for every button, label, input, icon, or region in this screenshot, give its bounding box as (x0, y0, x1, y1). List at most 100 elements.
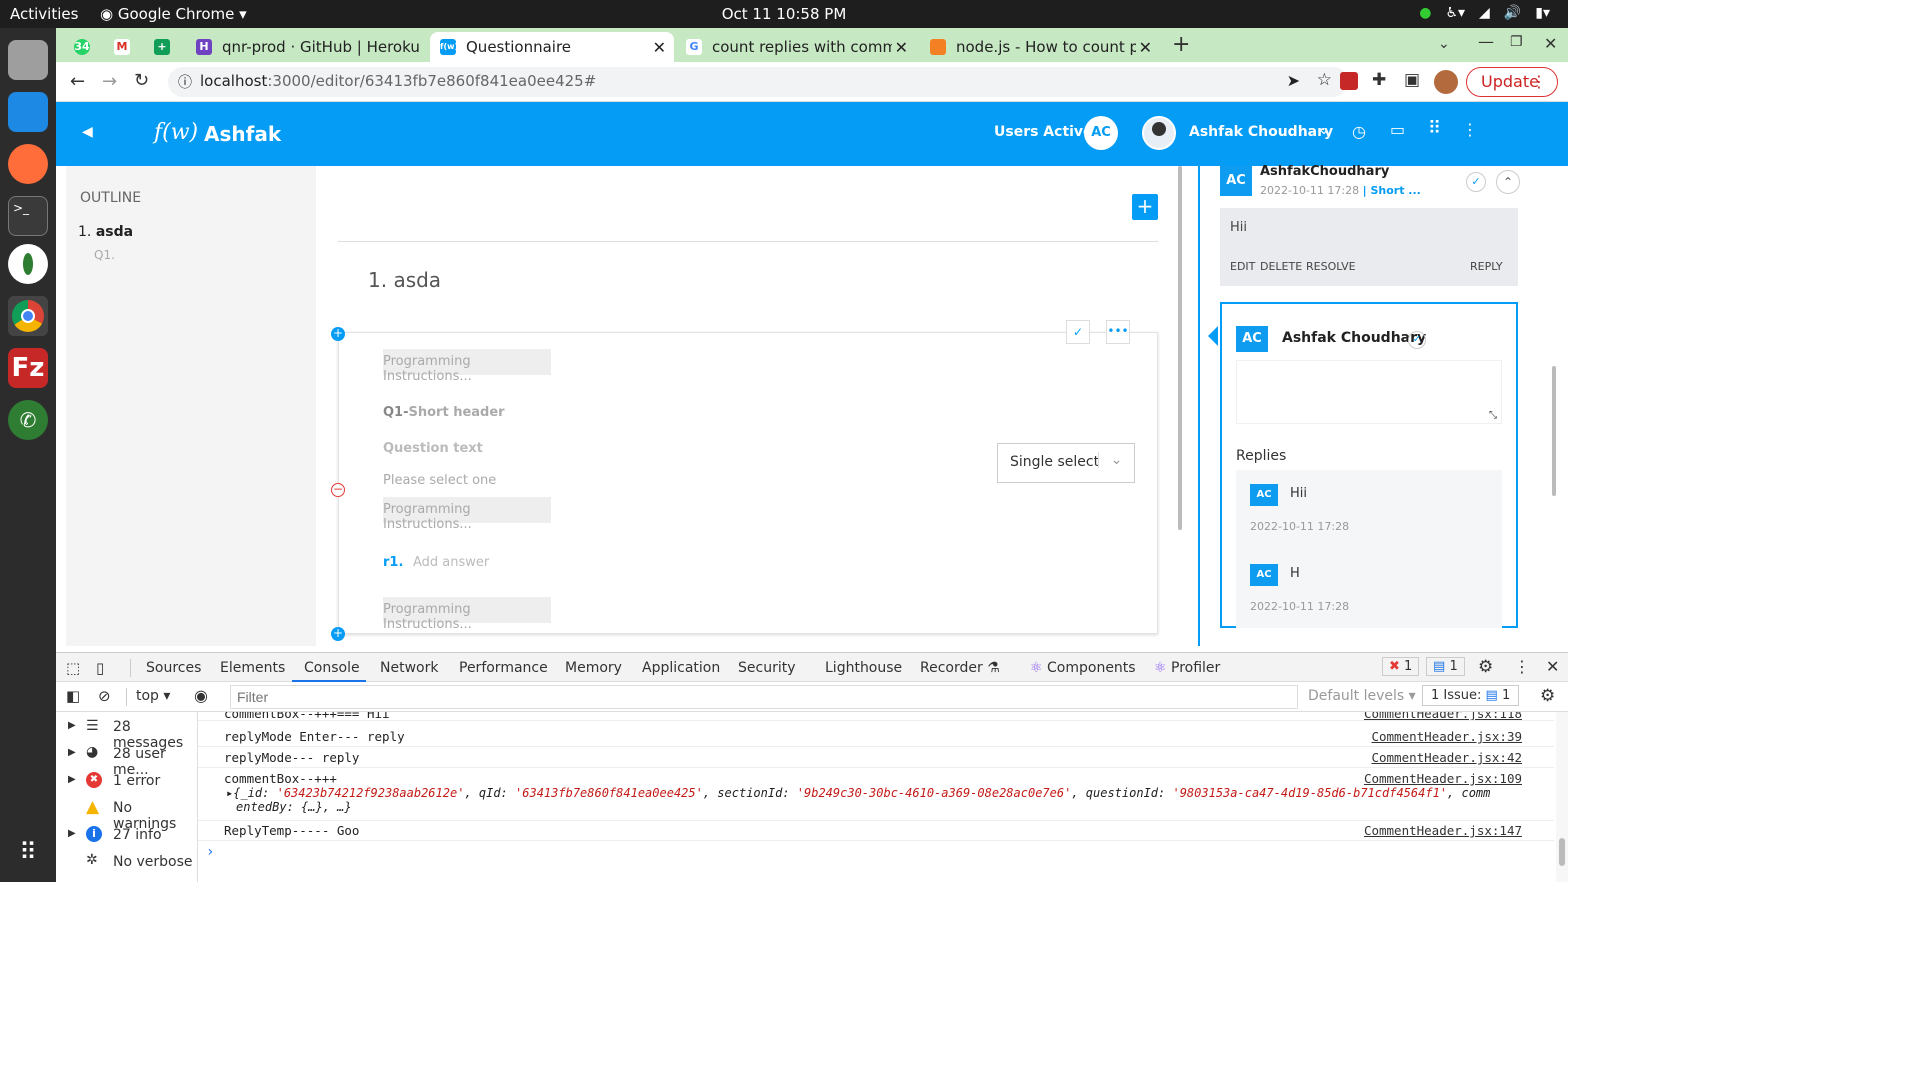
log-source-link[interactable]: CommentHeader.jsx:42 (1371, 750, 1522, 765)
terminal-icon[interactable]: >_ (8, 196, 48, 236)
log-levels-select[interactable]: Default levels ▾ (1308, 688, 1416, 704)
user-photo-avatar[interactable] (1142, 116, 1176, 150)
tab-application[interactable]: Application (642, 660, 720, 676)
history-icon[interactable]: ◷ (1352, 122, 1366, 141)
question-card[interactable]: Programming Instructions... Q1-Short hea… (338, 332, 1158, 634)
reply-textarea[interactable]: ⤡ (1236, 360, 1502, 424)
comments-scrollbar[interactable] (1552, 366, 1556, 496)
app-logo[interactable]: f(w) (154, 120, 198, 145)
active-user-avatar[interactable]: AC (1084, 116, 1118, 150)
outline-item[interactable]: 1. asda (78, 224, 133, 240)
editor-scrollbar[interactable] (1178, 166, 1182, 530)
clear-console-icon[interactable]: ⊘ (98, 687, 111, 705)
close-tab-icon[interactable]: ✕ (895, 38, 908, 57)
vscode-icon[interactable] (8, 92, 48, 132)
tab-memory[interactable]: Memory (565, 660, 622, 676)
site-info-icon[interactable]: ⓘ (178, 72, 192, 92)
system-tray[interactable]: ● ♿▾ ◢ 🔊 ▮▾ (1419, 5, 1550, 21)
console-prompt-icon[interactable]: › (206, 844, 214, 860)
sidebar-messages[interactable]: ▶ ☰ 28 messages (56, 714, 198, 751)
show-apps-icon[interactable]: ⠿ (8, 838, 48, 878)
close-tab-icon[interactable]: ✕ (653, 38, 666, 57)
tab-pinned-whatsapp[interactable]: 34 (64, 32, 100, 62)
add-answer-input[interactable]: Add answer (413, 555, 489, 570)
clock[interactable]: Oct 11 10:58 PM (0, 5, 1568, 23)
section-title[interactable]: 1. asda (368, 268, 441, 292)
chrome-icon[interactable] (8, 296, 48, 336)
instruction-input[interactable]: Please select one (383, 473, 496, 488)
tab-console[interactable]: Console (304, 660, 360, 676)
live-expression-eye-icon[interactable]: ◉ (194, 686, 208, 705)
collapse-chevron-up-icon[interactable]: ⌃ (1496, 170, 1520, 194)
edit-comment-button[interactable]: EDIT (1230, 260, 1255, 273)
tab-profiler[interactable]: ⚛ Profiler (1154, 660, 1220, 676)
tab-components[interactable]: ⚛ Components (1030, 660, 1136, 676)
tab-performance[interactable]: Performance (459, 660, 548, 676)
mongodb-compass-icon[interactable] (8, 244, 48, 284)
sidebar-warnings[interactable]: ▲ No warnings (56, 795, 198, 832)
sidebar-info[interactable]: ▶ i 27 info (56, 822, 198, 849)
tab-sources[interactable]: Sources (146, 660, 201, 676)
show-sidebar-icon[interactable]: ◧ (66, 687, 80, 705)
apps-grid-icon[interactable]: ⠿ (1428, 118, 1441, 139)
programming-instructions-button[interactable]: Programming Instructions... (383, 497, 551, 532)
log-source-link[interactable]: CommentHeader.jsx:109 (1364, 771, 1522, 786)
send-to-device-icon[interactable]: ➤ (1287, 71, 1300, 90)
short-header-input[interactable]: Short header (409, 405, 505, 420)
collapse-sidebar-icon[interactable]: ◀ (82, 124, 93, 140)
log-source-link[interactable]: CommentHeader.jsx:147 (1364, 823, 1522, 838)
filezilla-icon[interactable]: Fz (8, 348, 48, 388)
new-tab-icon[interactable]: + (1172, 32, 1190, 57)
console-filter-input[interactable] (230, 685, 1298, 709)
tab-stackoverflow[interactable]: node.js - How to count po ✕ (920, 32, 1160, 62)
url-input[interactable]: ⓘ localhost:3000/editor/63413fb7e860f841… (168, 67, 1348, 97)
tab-elements[interactable]: Elements (220, 660, 285, 676)
tab-search-chevron-down-icon[interactable]: ⌄ (1438, 36, 1450, 52)
user-menu-chevron-down-icon[interactable]: ⌄ (1318, 122, 1330, 138)
check-icon[interactable]: ✓ (1408, 331, 1426, 349)
resolve-check-icon[interactable]: ✓ (1466, 172, 1486, 192)
side-panel-icon[interactable]: ▣ (1404, 70, 1420, 90)
check-icon[interactable]: ✓ (1066, 320, 1090, 344)
reload-icon[interactable]: ↻ (134, 70, 149, 91)
back-icon[interactable]: ← (70, 71, 85, 92)
tab-google-search[interactable]: Gcount replies with comme ✕ (676, 32, 916, 62)
devtools-more-icon[interactable]: ⋮ (1514, 657, 1530, 676)
add-above-icon[interactable]: + (331, 327, 345, 341)
user-name[interactable]: Ashfak Choudhary (1189, 124, 1333, 140)
tab-pinned-gmail[interactable]: M (104, 32, 140, 62)
log-source-link[interactable]: CommentHeader.jsx:39 (1371, 729, 1522, 744)
log-object[interactable]: ▸{_id: '63423b74212f9238aab2612e', qId: … (226, 786, 1526, 814)
comment-ref-link[interactable]: | Short ... (1363, 184, 1421, 197)
comments-icon[interactable]: ▭ (1390, 120, 1405, 139)
programming-instructions-button[interactable]: Programming Instructions... (383, 349, 551, 384)
message-count-badge[interactable]: ▤ 1 (1426, 657, 1465, 676)
remove-icon[interactable]: − (331, 483, 345, 497)
console-settings-gear-icon[interactable]: ⚙ (1540, 686, 1555, 706)
files-icon[interactable] (8, 40, 48, 80)
whatsapp-icon[interactable]: ✆ (8, 400, 48, 440)
add-below-icon[interactable]: + (331, 627, 345, 641)
more-horizontal-icon[interactable]: ••• (1106, 320, 1130, 344)
error-count-badge[interactable]: ✖ 1 (1382, 657, 1420, 676)
close-window-icon[interactable]: ✕ (1544, 34, 1557, 53)
minimize-icon[interactable]: — (1478, 32, 1494, 51)
tab-security[interactable]: Security (738, 660, 796, 676)
extension-icon[interactable] (1340, 72, 1358, 90)
tab-network[interactable]: Network (380, 660, 438, 676)
active-comment-card[interactable]: AC Ashfak Choudhary ✓ ⤡ Replies AC Hii 2… (1220, 302, 1518, 628)
maximize-icon[interactable]: ❐ (1510, 34, 1523, 50)
reply-button[interactable]: REPLY (1470, 260, 1503, 273)
forward-icon[interactable]: → (102, 71, 117, 92)
programming-instructions-button[interactable]: Programming Instructions... (383, 597, 551, 632)
issues-button[interactable]: 1 Issue: ▤ 1 (1422, 685, 1520, 706)
context-select[interactable]: top ▾ (136, 688, 170, 704)
question-text-input[interactable]: Question text (383, 441, 483, 456)
delete-comment-button[interactable]: DELETE (1260, 260, 1302, 273)
close-tab-icon[interactable]: ✕ (1139, 38, 1152, 57)
outline-item-sub[interactable]: Q1. (94, 248, 115, 262)
tab-recorder[interactable]: Recorder ⚗ (920, 660, 1000, 676)
device-toolbar-icon[interactable]: ▯ (96, 659, 104, 677)
log-source-link[interactable]: CommentHeader.jsx:118 (1364, 712, 1522, 720)
tab-questionnaire[interactable]: f(w) Questionnaire ✕ (430, 32, 674, 62)
